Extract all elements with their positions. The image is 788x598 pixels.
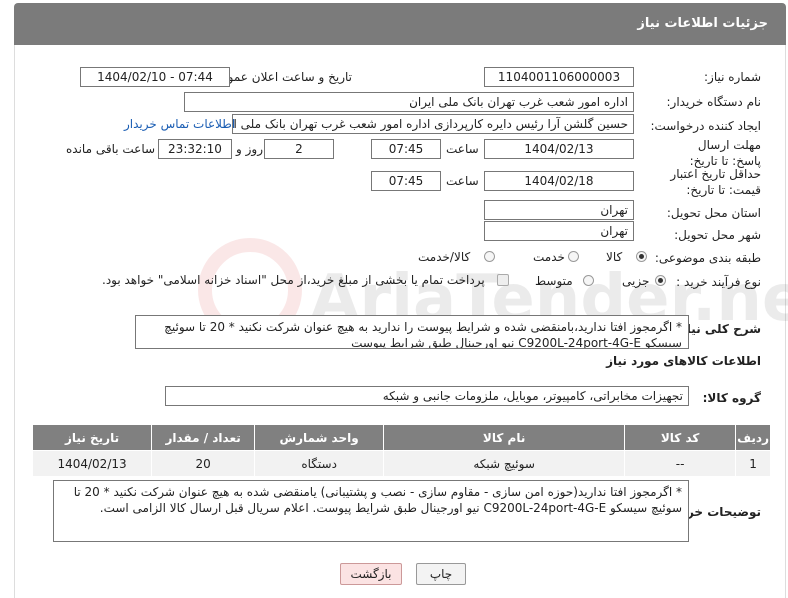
requester-field: حسین گلشن آرا رئیس دایره کارپردازی اداره… [232,114,634,134]
col-qty: تعداد / مقدار [151,424,256,451]
category-label: طبقه بندی موضوعی: [654,251,761,265]
remaining-time-field: 23:32:10 [158,139,232,159]
general-desc-textarea[interactable]: * اگرمجوز افتا ندارید،بامنقضی شده و شرای… [135,315,689,349]
col-row: ردیف [735,424,771,451]
reply-deadline-label: مهلت ارسال پاسخ: تا تاریخ: [689,138,761,168]
table-row[interactable]: 1 -- سوئیچ شبکه دستگاه 20 1404/02/13 [31,450,771,477]
panel-header: جزئیات اطلاعات نیاز [14,3,786,45]
table-header-row: ردیف کد کالا نام کالا واحد شمارش تعداد /… [31,424,771,451]
purchase-radio-small[interactable] [655,275,666,286]
col-name: نام کالا [383,424,626,451]
buyer-org-field: اداره امور شعب غرب تهران بانک ملی ایران [184,92,634,112]
goods-info-title: اطلاعات کالاهای مورد نیاز [606,354,761,368]
validity-date-field: 1404/02/18 [484,171,634,191]
need-number-label: شماره نیاز: [704,70,761,84]
cell-qty: 20 [151,450,256,477]
purchase-option-medium: متوسط [535,274,573,288]
category-radio-service[interactable] [568,251,579,262]
goods-table: ردیف کد کالا نام کالا واحد شمارش تعداد /… [31,424,771,477]
cell-date: 1404/02/13 [31,450,153,477]
category-option-goods-service: کالا/خدمت [418,250,471,264]
panel-title: جزئیات اطلاعات نیاز [637,16,768,31]
buyer-org-label: نام دستگاه خریدار: [666,95,762,109]
cell-unit: دستگاه [254,450,385,477]
validity-time-label: ساعت [446,174,479,188]
purchase-radio-medium[interactable] [583,275,594,286]
buyer-notes-textarea[interactable]: * اگرمجوز افتا ندارید(حوزه امن سازی - مق… [53,480,689,542]
col-date: تاریخ نیاز [31,424,153,451]
province-label: استان محل تحویل: [666,206,761,220]
reply-days-field: 2 [264,139,334,159]
category-option-service: خدمت [533,250,565,264]
city-label: شهر محل تحویل: [674,228,761,242]
city-field: تهران [484,221,634,241]
price-validity-label: حداقل تاریخ اعتبار قیمت: تا تاریخ: [670,167,761,197]
col-unit: واحد شمارش [254,424,385,451]
reply-time-label: ساعت [446,142,479,156]
purchase-type-label: نوع فرآیند خرید : [676,275,761,289]
print-button[interactable]: چاپ [416,563,466,585]
category-radio-goods-service[interactable] [484,251,495,262]
requester-label: ایجاد کننده درخواست: [650,119,761,133]
purchase-option-small: جزیی [622,274,650,288]
contact-buyer-link[interactable]: اطلاعات تماس خریدار [124,117,235,131]
reply-date-field: 1404/02/13 [484,139,634,159]
payment-note: پرداخت تمام یا بخشی از مبلغ خرید،از محل … [102,273,485,287]
goods-group-label: گروه کالا: [702,391,761,405]
need-number-field: 1104001106000003 [484,67,634,87]
validity-time-field: 07:45 [371,171,441,191]
reply-time-field: 07:45 [371,139,441,159]
goods-group-field: تجهیزات مخابراتی، کامپیوتر، موبایل، ملزو… [165,386,689,406]
day-and-label: روز و [236,142,263,156]
announce-datetime-field: 1404/02/10 - 07:44 [80,67,230,87]
cell-code: -- [624,450,737,477]
treasury-checkbox[interactable] [497,274,509,286]
back-button[interactable]: بازگشت [340,563,402,585]
category-radio-goods[interactable] [636,251,647,262]
cell-name: سوئیچ شبکه [383,450,626,477]
category-option-goods: کالا [606,250,623,264]
cell-row: 1 [735,450,771,477]
col-code: کد کالا [624,424,737,451]
remaining-label: ساعت باقی مانده [66,142,156,156]
province-field: تهران [484,200,634,220]
